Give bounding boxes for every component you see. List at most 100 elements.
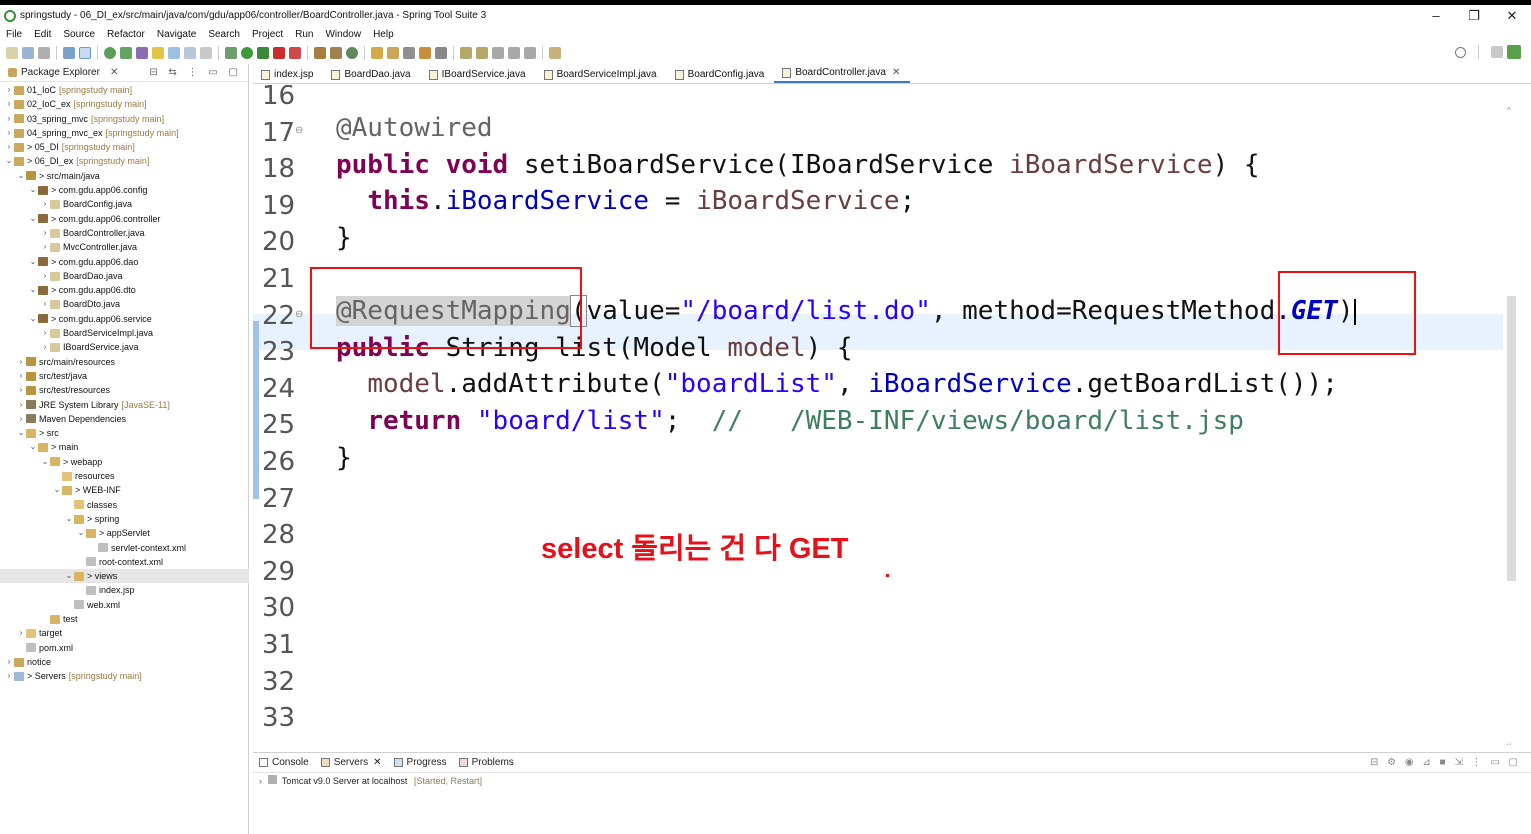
chevron-right-icon[interactable]: ›	[4, 655, 14, 669]
chevron-right-icon[interactable]: ›	[4, 126, 14, 140]
tree-item[interactable]: › BoardDto.java	[0, 297, 249, 311]
chevron-down-icon[interactable]: ⌄	[28, 255, 38, 269]
open-folder-icon[interactable]	[371, 47, 383, 59]
spring-boot-icon[interactable]	[104, 47, 116, 59]
chevron-right-icon[interactable]: ›	[16, 398, 26, 412]
pen-icon[interactable]	[403, 47, 415, 59]
menu-project[interactable]: Project	[252, 29, 283, 40]
chevron-down-icon[interactable]: ⌄	[28, 312, 38, 326]
back-icon[interactable]	[508, 47, 520, 59]
tree-item[interactable]: › Maven Dependencies	[0, 412, 249, 426]
new-java-class-icon[interactable]	[168, 47, 180, 59]
refresh-icon[interactable]	[120, 47, 132, 59]
tree-item[interactable]: › > 05_DI [springstudy main]	[0, 140, 249, 154]
tree-item[interactable]: ⌄ > com.gdu.app06.service	[0, 312, 249, 326]
chevron-right-icon[interactable]: ›	[16, 626, 26, 640]
tree-item[interactable]: › src/test/java	[0, 369, 249, 383]
chevron-down-icon[interactable]: ⌄	[28, 440, 38, 454]
tab-console[interactable]: Console	[259, 757, 309, 768]
tree-item[interactable]: › 03_spring_mvc [springstudy main]	[0, 112, 249, 126]
chevron-down-icon[interactable]: ⌄	[16, 426, 26, 440]
menu-source[interactable]: Source	[63, 29, 95, 40]
chevron-right-icon[interactable]: ›	[4, 83, 14, 97]
tree-item[interactable]: › src/test/resources	[0, 383, 249, 397]
chevron-down-icon[interactable]: ⌄	[28, 283, 38, 297]
next-annotation-icon[interactable]	[460, 47, 472, 59]
open-perspective-icon[interactable]	[1491, 46, 1503, 58]
tab-servers[interactable]: Servers ✕	[320, 757, 382, 768]
chevron-down-icon[interactable]: ⌄	[4, 154, 14, 168]
chevron-right-icon[interactable]: ›	[4, 112, 14, 126]
external-tools-icon[interactable]	[289, 47, 301, 59]
chevron-down-icon[interactable]: ⌄	[28, 212, 38, 226]
tree-item[interactable]: pom.xml	[0, 641, 249, 655]
chevron-down-icon[interactable]: ⌄	[28, 183, 38, 197]
tree-item[interactable]: ⌄ > appServlet	[0, 526, 249, 540]
tree-item[interactable]: ⌄ > webapp	[0, 455, 249, 469]
tree-item[interactable]: › notice	[0, 655, 249, 669]
tree-item[interactable]: ⌄ > com.gdu.app06.controller	[0, 212, 249, 226]
menu-help[interactable]: Help	[373, 29, 394, 40]
menu-search[interactable]: Search	[208, 29, 240, 40]
last-edit-icon[interactable]	[492, 47, 504, 59]
tree-item[interactable]: › 04_spring_mvc_ex [springstudy main]	[0, 126, 249, 140]
tab-iboardservice[interactable]: IBoardService.java	[421, 69, 536, 83]
chevron-right-icon[interactable]: ›	[40, 326, 50, 340]
close-tab-icon[interactable]: ✕	[892, 67, 900, 78]
tree-item[interactable]: › target	[0, 626, 249, 640]
tab-progress[interactable]: Progress	[393, 757, 447, 768]
debug-icon[interactable]	[225, 47, 237, 59]
chevron-right-icon[interactable]: ›	[40, 297, 50, 311]
menu-file[interactable]: File	[6, 29, 22, 40]
scrollbar-thumb[interactable]	[1507, 296, 1516, 581]
tree-item[interactable]: resources	[0, 469, 249, 483]
menu-edit[interactable]: Edit	[34, 29, 51, 40]
tab-boarddao[interactable]: BoardDao.java	[323, 69, 420, 83]
pin-editor-icon[interactable]	[549, 47, 561, 59]
chevron-right-icon[interactable]: ›	[40, 269, 50, 283]
show-whitespace-icon[interactable]	[200, 47, 212, 59]
forward-icon[interactable]	[524, 47, 536, 59]
chevron-right-icon[interactable]: ›	[40, 340, 50, 354]
tab-index-jsp[interactable]: index.jsp	[253, 69, 323, 83]
tree-item[interactable]: ⌄ > spring	[0, 512, 249, 526]
tree-item[interactable]: servlet-context.xml	[0, 541, 249, 555]
chevron-down-icon[interactable]: ⌄	[76, 526, 86, 540]
chevron-right-icon[interactable]: ›	[40, 240, 50, 254]
chevron-right-icon[interactable]: ›	[16, 412, 26, 426]
chevron-right-icon[interactable]: ›	[40, 197, 50, 211]
code-area[interactable]: 16 17 18 19 20 21 22 23 24 25 26 27 28 29 30 31 32 33 ⊖ ⊖…	[253, 85, 1531, 745]
save-icon[interactable]	[22, 47, 34, 59]
open-project-icon[interactable]	[387, 47, 399, 59]
new-java-package-icon[interactable]	[152, 47, 164, 59]
tree-item[interactable]: test	[0, 612, 249, 626]
chevron-down-icon[interactable]: ⌄	[64, 512, 74, 526]
scroll-up-icon[interactable]: ^	[1507, 106, 1511, 115]
tree-item[interactable]: ⌄ > com.gdu.app06.dao	[0, 255, 249, 269]
vertical-scrollbar[interactable]: ^ v	[1505, 106, 1517, 745]
close-button[interactable]: ✕	[1493, 5, 1531, 26]
skip-breakpoints-icon[interactable]	[79, 47, 91, 59]
new-bean-icon[interactable]	[330, 47, 342, 59]
tree-item[interactable]: ⌄ > 06_DI_ex [springstudy main]	[0, 154, 249, 168]
previous-annotation-icon[interactable]	[476, 47, 488, 59]
tree-item[interactable]: ⌄ > main	[0, 440, 249, 454]
minimize-button[interactable]: –	[1417, 5, 1455, 26]
expand-icon[interactable]: ›	[259, 776, 262, 786]
tab-problems[interactable]: Problems	[458, 757, 514, 768]
tree-item[interactable]: ⌄ > src/main/java	[0, 169, 249, 183]
console-icon[interactable]	[63, 47, 75, 59]
chevron-right-icon[interactable]: ›	[4, 97, 14, 111]
stop-icon[interactable]	[273, 47, 285, 59]
tab-boardcontroller[interactable]: BoardController.java ✕	[774, 67, 911, 83]
tree-item[interactable]: ⌄ > src	[0, 426, 249, 440]
new-icon[interactable]	[6, 47, 18, 59]
close-view-icon[interactable]: ✕	[110, 67, 118, 78]
tree-item[interactable]: › BoardDao.java	[0, 269, 249, 283]
tree-item[interactable]: web.xml	[0, 598, 249, 612]
tree-item[interactable]: › BoardConfig.java	[0, 197, 249, 211]
coverage-icon[interactable]	[257, 47, 269, 59]
save-all-icon[interactable]	[38, 47, 50, 59]
web-browser-icon[interactable]	[435, 47, 447, 59]
search-icon[interactable]	[1455, 46, 1466, 58]
